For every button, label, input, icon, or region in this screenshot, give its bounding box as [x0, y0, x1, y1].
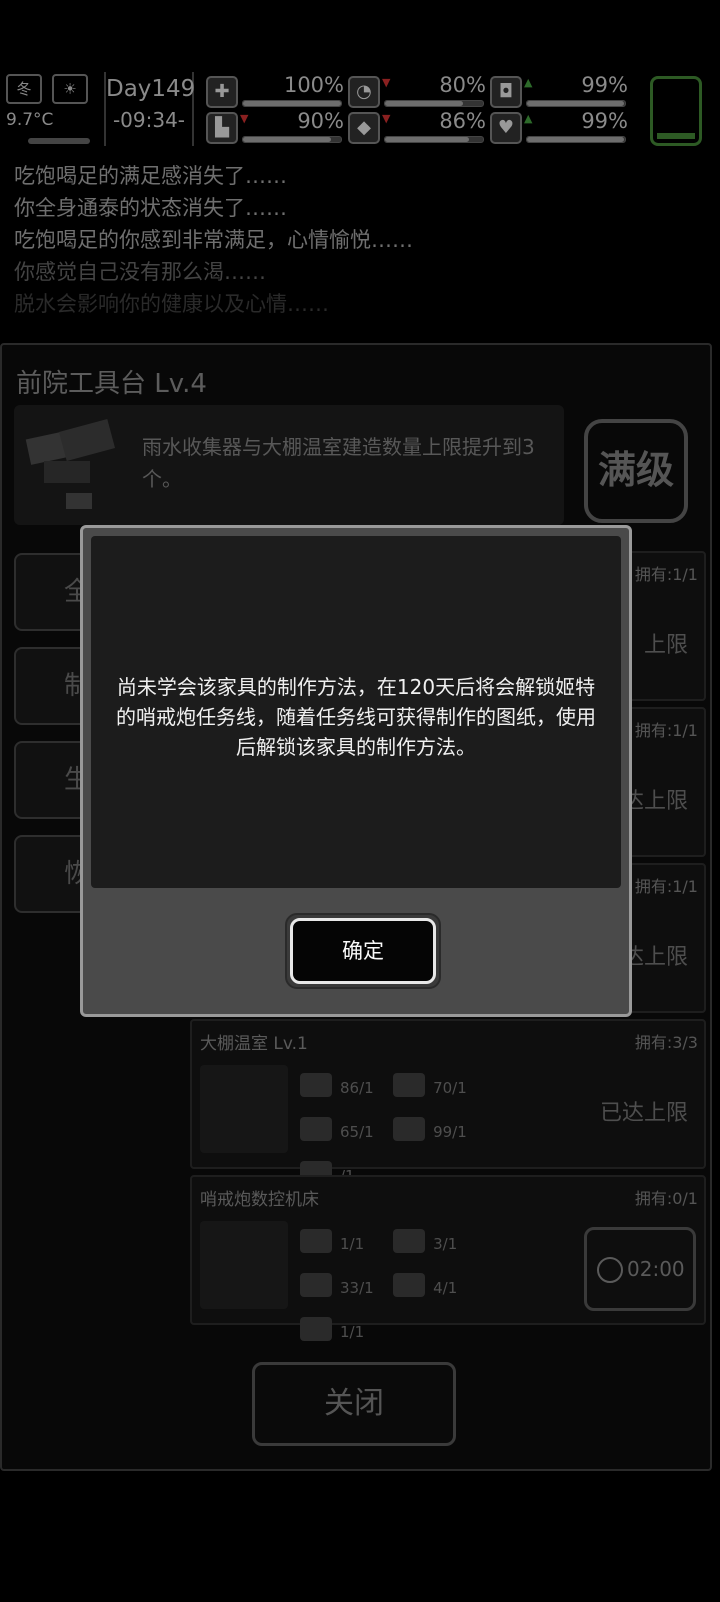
trend-arrow-icon: ▼ — [382, 76, 391, 89]
pill-icon: ◘ — [490, 76, 522, 108]
stat-value: 99% — [581, 73, 628, 97]
list-item[interactable]: 哨戒炮数控机床 拥有:0/1 1/1 3/1 33/1 4/1 1/1 02:0… — [190, 1175, 706, 1341]
panel-title: 前院工具台 Lv.4 — [16, 369, 207, 399]
owned-count: 拥有:1/1 — [634, 877, 698, 896]
item-status: 已达上限 — [599, 1101, 688, 1126]
material-list: 1/1 3/1 33/1 4/1 1/1 — [296, 1223, 566, 1355]
log-line: 你感觉自己没有那么渴…… — [14, 260, 266, 284]
item-status: 上限 — [643, 633, 688, 658]
stat-thirst[interactable]: ◆ ▼ 86% — [348, 109, 488, 146]
confirm-button[interactable]: 确定 — [290, 918, 436, 984]
stat-medicine[interactable]: ◘ ▲ 99% — [490, 73, 630, 110]
workbench-illustration — [25, 419, 116, 509]
material: 3/1 — [389, 1223, 477, 1263]
status-hud: 冬 ☀ 9.7°C Day149 -09:34- ✚ 100% ◔ ▼ 80% ◘ ▲ 99%… — [0, 72, 720, 154]
list-item[interactable]: 大棚温室 Lv.1 拥有:3/3 86/1 70/1 65/1 99/1 /1 … — [190, 1019, 706, 1185]
material: 86/1 — [296, 1067, 384, 1107]
max-level-badge: 满级 — [584, 419, 688, 523]
heart-icon: ♥ — [490, 112, 522, 144]
trend-arrow-icon: ▲ — [524, 112, 533, 125]
material: 4/1 — [389, 1267, 477, 1307]
stat-health[interactable]: ✚ 100% — [206, 73, 346, 110]
temperature-bar — [28, 138, 90, 144]
log-line: 吃饱喝足的你感到非常满足，心情愉悦…… — [14, 228, 413, 252]
stat-value: 86% — [439, 109, 486, 133]
day-clock: Day149 -09:34- — [104, 72, 196, 146]
material: 70/1 — [389, 1067, 477, 1107]
stat-value: 90% — [297, 109, 344, 133]
stomach-icon: ◔ — [348, 76, 380, 108]
stat-value: 100% — [283, 73, 344, 97]
build-timer-button[interactable]: 02:00 — [584, 1227, 696, 1311]
material: 33/1 — [296, 1267, 384, 1307]
lathe-thumbnail — [200, 1221, 288, 1309]
material: 65/1 — [296, 1111, 384, 1151]
dialog-body: 尚未学会该家具的制作方法，在120天后将会解锁姬特的哨戒炮任务线，随着任务线可获… — [91, 536, 621, 888]
item-name: 哨戒炮数控机床 — [200, 1190, 319, 1210]
material: 1/1 — [296, 1311, 384, 1351]
stat-value: 80% — [439, 73, 486, 97]
stat-bar — [526, 136, 626, 143]
owned-count: 拥有:0/1 — [634, 1189, 698, 1208]
dialog-message: 尚未学会该家具的制作方法，在120天后将会解锁姬特的哨戒炮任务线，随着任务线可获… — [116, 675, 596, 759]
day-label: Day149 — [106, 76, 196, 102]
message-log: 吃饱喝足的满足感消失了…… 你全身通泰的状态消失了…… 吃饱喝足的你感到非常满足… — [14, 160, 704, 320]
close-button[interactable]: 关闭 — [252, 1362, 456, 1446]
trend-arrow-icon: ▼ — [240, 112, 249, 125]
stat-bar — [384, 136, 484, 143]
info-dialog: 尚未学会该家具的制作方法，在120天后将会解锁姬特的哨戒炮任务线，随着任务线可获… — [80, 525, 632, 1017]
water-drop-icon: ◆ — [348, 112, 380, 144]
material: 1/1 — [296, 1223, 384, 1263]
stat-bar — [242, 100, 342, 107]
stat-stamina[interactable]: ▙ ▼ 90% — [206, 109, 346, 146]
material: 99/1 — [389, 1111, 477, 1151]
stat-bar — [526, 100, 626, 107]
trend-arrow-icon: ▼ — [382, 112, 391, 125]
stat-mood[interactable]: ♥ ▲ 99% — [490, 109, 630, 146]
medkit-icon: ✚ — [206, 76, 238, 108]
upgrade-info: 雨水收集器与大棚温室建造数量上限提升到3个。 — [14, 405, 564, 525]
log-line: 你全身通泰的状态消失了…… — [14, 196, 287, 220]
log-line: 脱水会影响你的健康以及心情…… — [14, 292, 329, 316]
owned-count: 拥有:1/1 — [634, 721, 698, 740]
timer-value: 02:00 — [627, 1257, 685, 1281]
clock-label: -09:34- — [112, 108, 186, 132]
boot-icon: ▙ — [206, 112, 238, 144]
confirm-button-frame: 确定 — [285, 913, 441, 989]
season-icon: 冬 — [6, 74, 42, 104]
clock-icon — [597, 1257, 623, 1283]
temperature-label: 9.7°C — [6, 110, 54, 130]
owned-count: 拥有:3/3 — [634, 1033, 698, 1052]
log-line: 吃饱喝足的满足感消失了…… — [14, 164, 287, 188]
stat-bar — [384, 100, 484, 107]
upgrade-description: 雨水收集器与大棚温室建造数量上限提升到3个。 — [142, 435, 535, 491]
owned-count: 拥有:1/1 — [634, 565, 698, 584]
weather-panel[interactable]: 冬 ☀ 9.7°C — [6, 74, 92, 148]
greenhouse-thumbnail — [200, 1065, 288, 1153]
trend-arrow-icon: ▲ — [524, 76, 533, 89]
sun-icon: ☀ — [52, 74, 88, 104]
backpack-button[interactable] — [650, 76, 702, 146]
stat-bar — [242, 136, 342, 143]
item-name: 大棚温室 Lv.1 — [200, 1034, 308, 1054]
stat-hunger[interactable]: ◔ ▼ 80% — [348, 73, 488, 110]
stat-value: 99% — [581, 109, 628, 133]
